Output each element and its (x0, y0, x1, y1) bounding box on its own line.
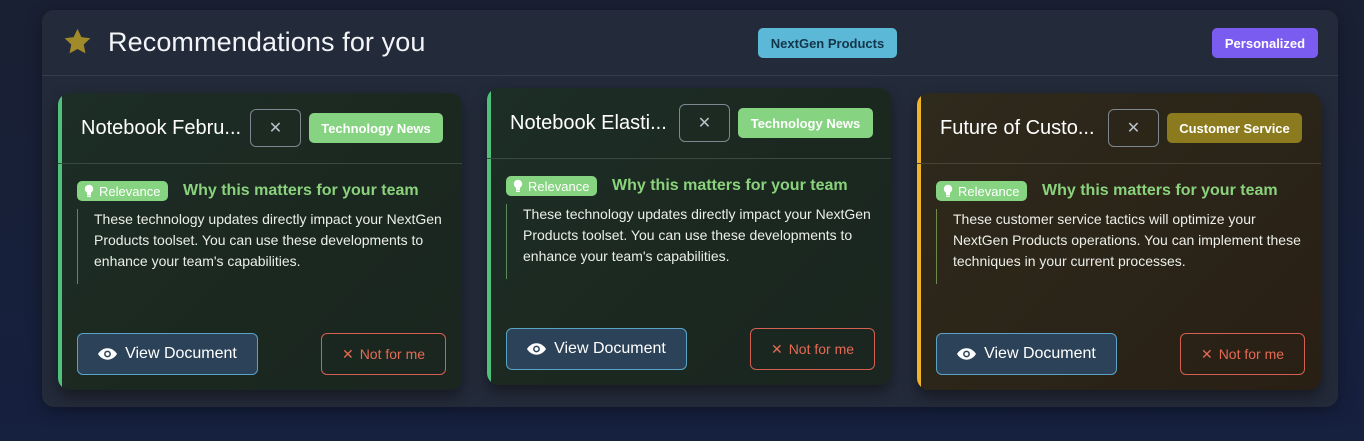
eye-icon (957, 348, 977, 360)
relevance-label: Relevance (958, 183, 1020, 199)
not-for-me-label: Not for me (788, 341, 855, 357)
card-header: Future of Custo... ✕ Customer Service (917, 93, 1321, 164)
view-document-button[interactable]: View Document (506, 328, 687, 370)
description-block: These technology updates directly impact… (77, 209, 447, 284)
card-header: Notebook Elasti... ✕ Technology News (487, 88, 891, 159)
card-description: These technology updates directly impact… (94, 211, 442, 269)
topic-badge: Technology News (738, 108, 873, 138)
relevance-label: Relevance (528, 178, 590, 194)
card-header: Notebook Febru... ✕ Technology News (58, 93, 462, 164)
view-document-label: View Document (125, 345, 237, 362)
view-document-button[interactable]: View Document (77, 333, 258, 375)
relevance-badge: Relevance (506, 176, 598, 196)
not-for-me-button[interactable]: ✕ Not for me (1180, 333, 1305, 375)
x-icon: ✕ (1200, 345, 1213, 362)
lightbulb-icon (84, 184, 94, 197)
lightbulb-icon (513, 179, 523, 192)
card-title: Future of Custo... (940, 117, 1095, 139)
view-document-label: View Document (984, 345, 1096, 362)
relevance-badge: Relevance (936, 181, 1028, 201)
eye-icon (98, 348, 118, 360)
description-block: These customer service tactics will opti… (936, 209, 1306, 284)
panel-title: Recommendations for you (108, 27, 426, 57)
not-for-me-button[interactable]: ✕ Not for me (750, 328, 875, 370)
star-icon (64, 28, 91, 54)
not-for-me-button[interactable]: ✕ Not for me (321, 333, 446, 375)
recommendation-card: Notebook Febru... ✕ Technology News Rele… (58, 93, 462, 390)
dismiss-button[interactable]: ✕ (250, 109, 301, 147)
panel-header: Recommendations for you NextGen Products… (42, 10, 1338, 76)
x-icon: ✕ (770, 340, 783, 357)
recommendation-card: Future of Custo... ✕ Customer Service Re… (917, 93, 1321, 390)
card-description: These technology updates directly impact… (523, 206, 871, 264)
personalized-badge: Personalized (1212, 28, 1318, 58)
view-document-label: View Document (554, 340, 666, 357)
recommendation-card: Notebook Elasti... ✕ Technology News Rel… (487, 88, 891, 385)
card-description: These customer service tactics will opti… (953, 211, 1301, 269)
why-this-matters-heading: Why this matters for your team (183, 182, 419, 199)
dismiss-button[interactable]: ✕ (1108, 109, 1159, 147)
card-title: Notebook Febru... (81, 117, 242, 139)
why-this-matters-heading: Why this matters for your team (1042, 182, 1278, 199)
why-this-matters-heading: Why this matters for your team (612, 177, 848, 194)
card-title: Notebook Elasti... (510, 112, 667, 134)
not-for-me-label: Not for me (1218, 346, 1285, 362)
nextgen-products-badge: NextGen Products (758, 28, 897, 58)
description-block: These technology updates directly impact… (506, 204, 876, 279)
topic-badge: Technology News (309, 113, 443, 143)
lightbulb-icon (943, 184, 953, 197)
x-icon: ✕ (341, 345, 354, 362)
not-for-me-label: Not for me (359, 346, 426, 362)
relevance-badge: Relevance (77, 181, 169, 201)
view-document-button[interactable]: View Document (936, 333, 1117, 375)
dismiss-button[interactable]: ✕ (679, 104, 730, 142)
relevance-label: Relevance (99, 183, 161, 199)
topic-badge: Customer Service (1167, 113, 1302, 143)
eye-icon (527, 343, 547, 355)
